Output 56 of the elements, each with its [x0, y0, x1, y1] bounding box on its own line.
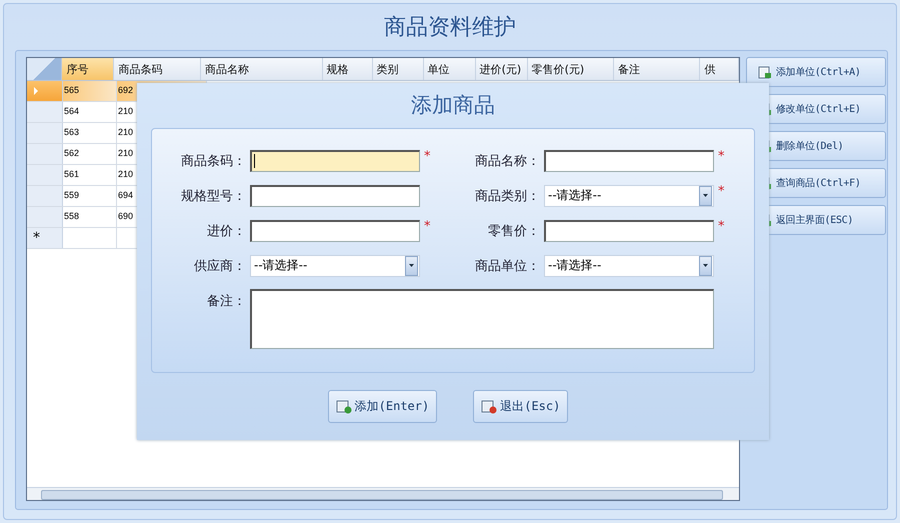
input-field[interactable]: [250, 150, 420, 172]
field-label: 零售价：: [487, 222, 541, 240]
required-mark: *: [424, 149, 432, 163]
column-header[interactable]: 零售价(元): [528, 58, 614, 80]
required-mark: *: [718, 184, 726, 198]
column-header[interactable]: 单位: [424, 58, 476, 80]
field-label: 商品类别：: [474, 188, 541, 204]
table-cell: 561: [63, 165, 117, 185]
required-mark: *: [718, 219, 726, 233]
dropdown-field[interactable]: --请选择--: [544, 254, 714, 276]
required-mark: *: [424, 219, 432, 233]
document-delete-icon: [481, 399, 498, 414]
input-field[interactable]: [250, 220, 420, 242]
row-header[interactable]: [27, 186, 63, 206]
row-header[interactable]: [27, 102, 63, 122]
row-header[interactable]: [27, 165, 63, 185]
table-cell: 565: [63, 81, 117, 101]
table-cell: 564: [63, 102, 117, 122]
required-mark: *: [718, 149, 726, 163]
table-cell: 563: [63, 123, 117, 143]
column-header[interactable]: 序号: [62, 58, 114, 80]
folder-plus-icon: [336, 399, 352, 414]
horizontal-scrollbar[interactable]: [27, 487, 739, 500]
field-label: 供应商：: [193, 258, 247, 274]
row-header[interactable]: [27, 144, 63, 164]
input-field[interactable]: [250, 184, 420, 206]
field-label: 商品名称：: [474, 152, 541, 170]
field-label: 备注：: [206, 292, 247, 310]
document-icon: [758, 66, 772, 78]
window-title: 商品资料维护: [383, 14, 517, 42]
dialog-button[interactable]: 添加(Enter): [328, 390, 438, 423]
row-header[interactable]: [27, 123, 63, 143]
column-header[interactable]: 类别: [372, 58, 424, 80]
field-label: 进价：: [206, 222, 247, 240]
remarks-field[interactable]: [250, 289, 714, 349]
column-header[interactable]: 规格: [322, 58, 373, 80]
dropdown-field[interactable]: --请选择--: [544, 184, 714, 206]
field-label: 商品单位：: [474, 258, 541, 274]
column-header[interactable]: 备注: [614, 58, 700, 80]
side-button[interactable]: 添加单位(Ctrl+A): [746, 57, 886, 87]
row-header[interactable]: [27, 81, 63, 101]
row-pointer-icon: [33, 87, 39, 95]
new-row-header[interactable]: *: [27, 228, 63, 248]
dialog-title: 添加商品: [411, 92, 495, 119]
column-header[interactable]: 供: [700, 58, 740, 80]
table-cell: 562: [63, 144, 117, 164]
row-header[interactable]: [27, 207, 63, 227]
input-field[interactable]: [544, 150, 714, 172]
table-cell: 559: [63, 186, 117, 206]
column-header[interactable]: 进价(元): [476, 58, 528, 80]
dialog-button[interactable]: 退出(Esc): [473, 390, 568, 423]
table-cell: 558: [63, 207, 117, 227]
column-header[interactable]: 商品条码: [114, 58, 201, 80]
column-header[interactable]: 商品名称: [200, 58, 323, 80]
input-field[interactable]: [544, 220, 714, 242]
dropdown-field[interactable]: --请选择--: [250, 254, 420, 276]
